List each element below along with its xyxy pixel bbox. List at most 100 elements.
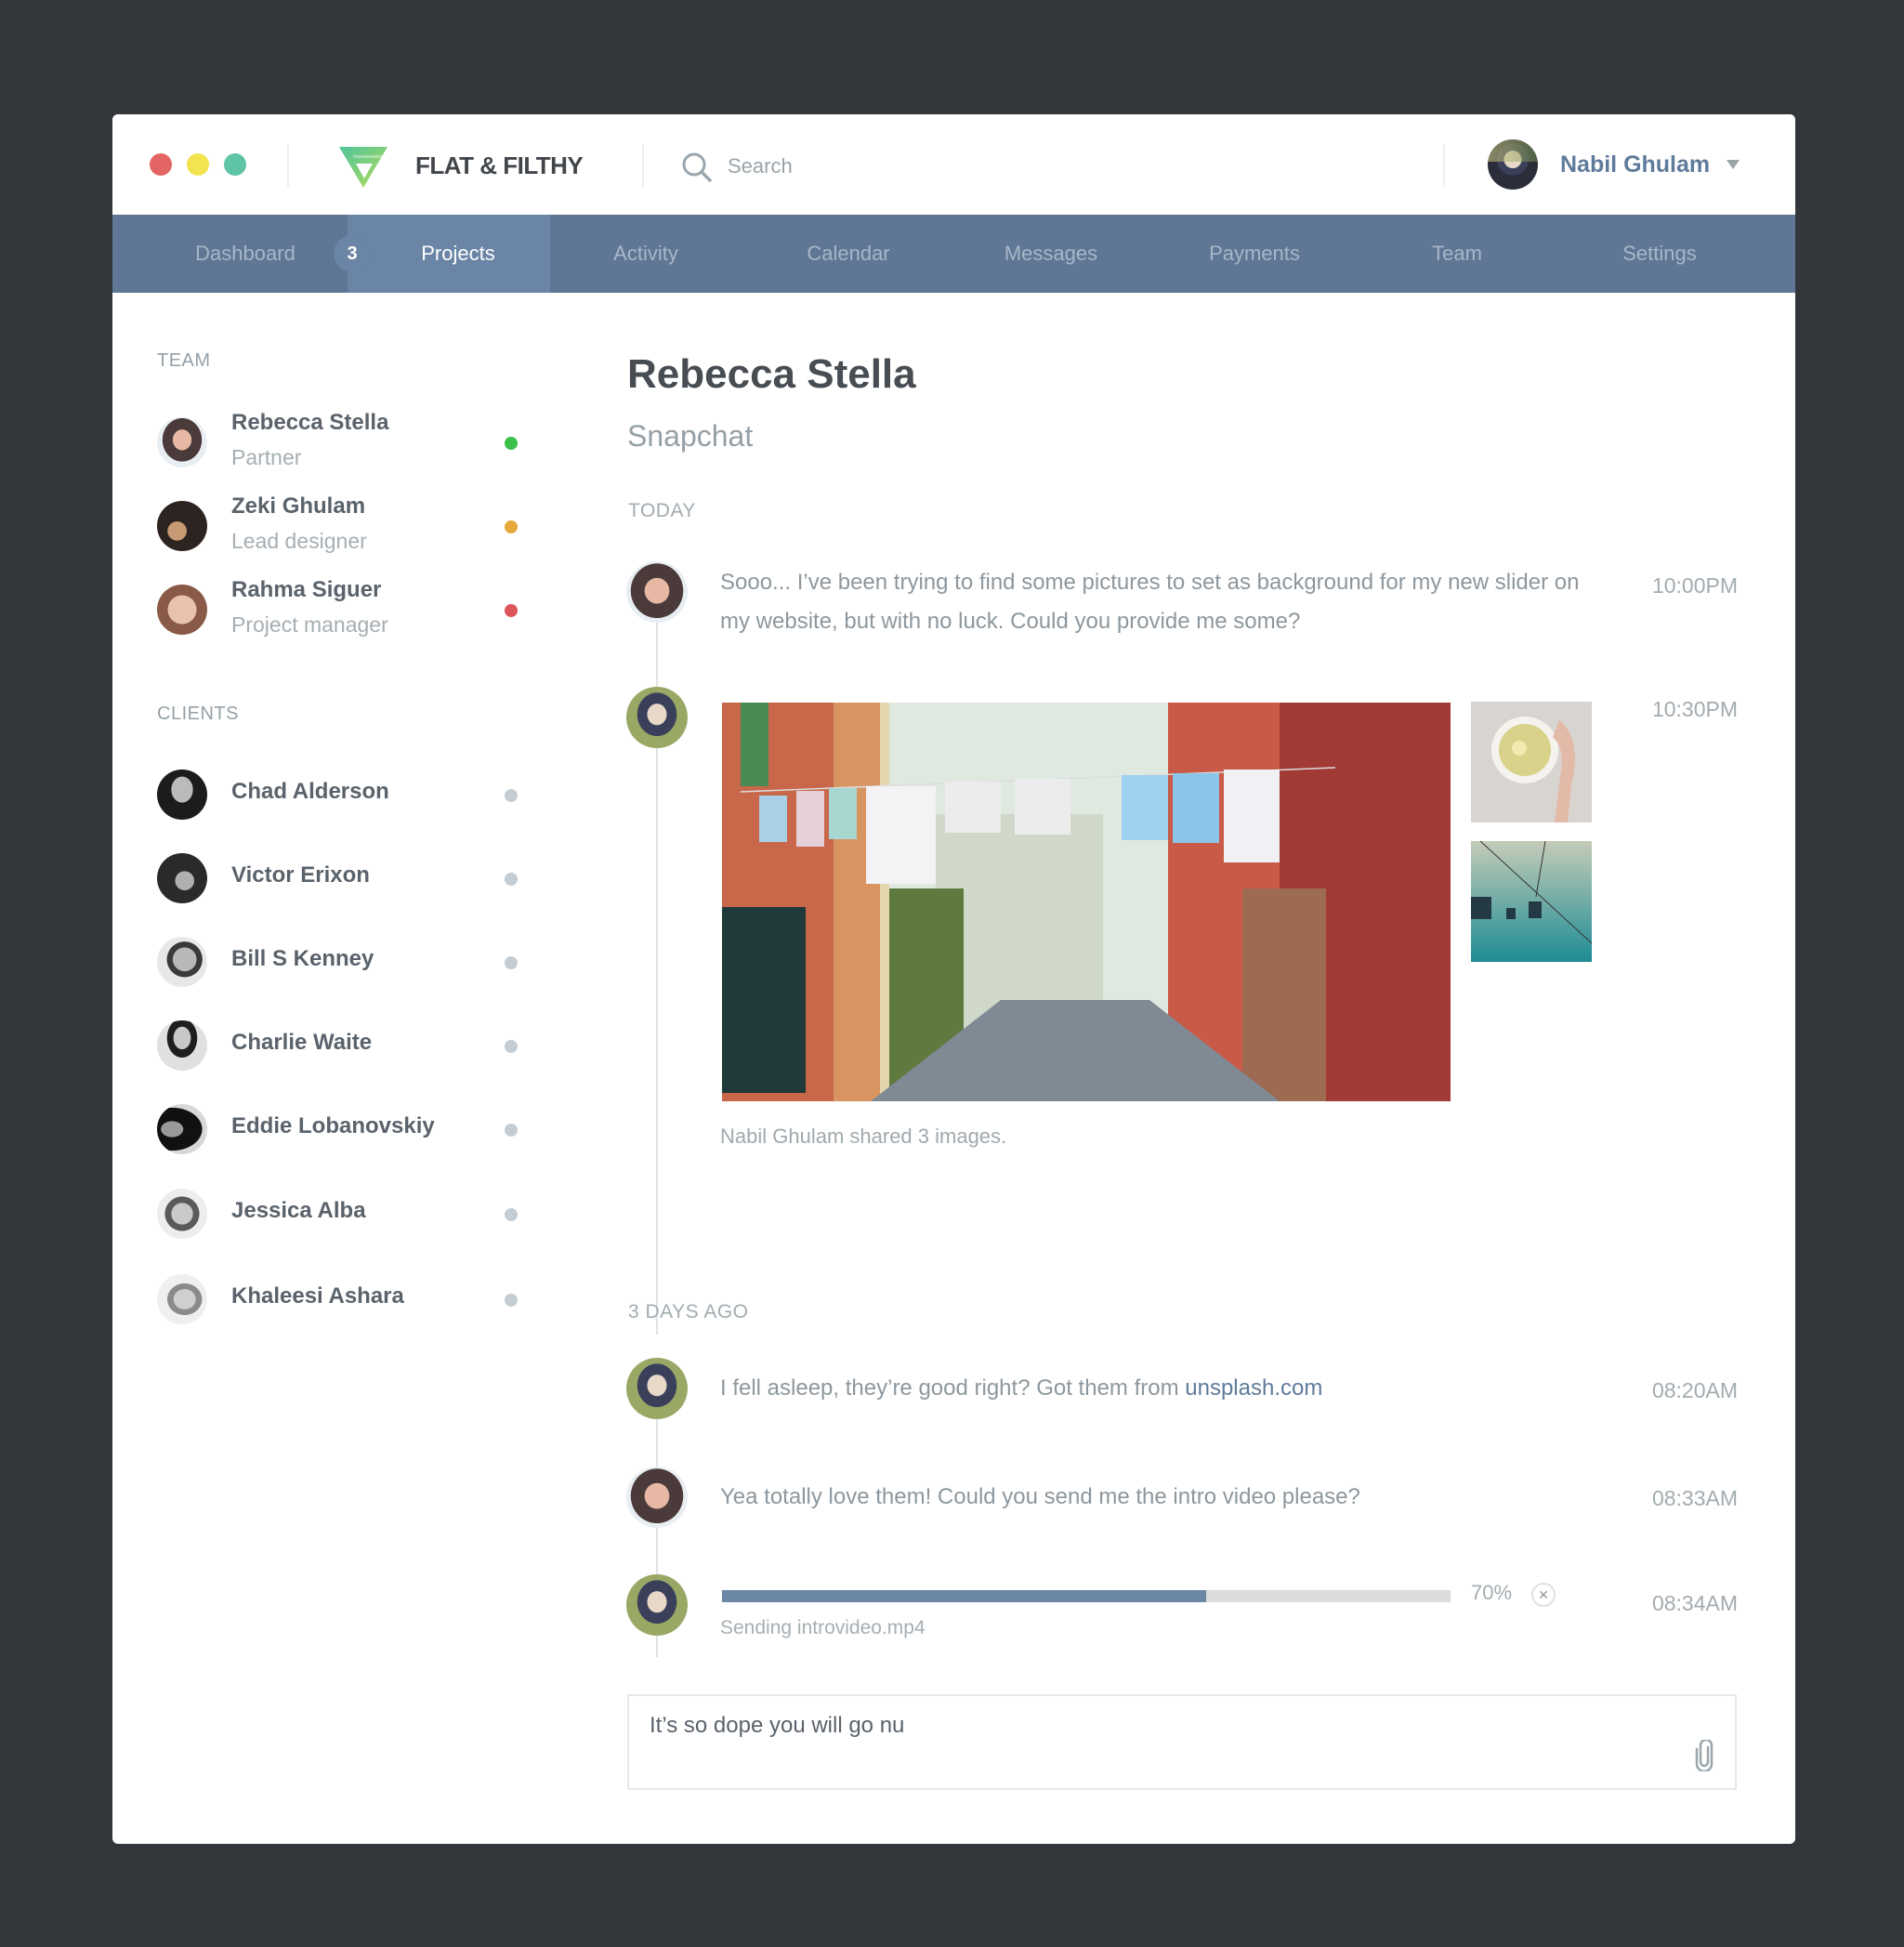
caret-down-icon xyxy=(1727,160,1740,169)
tab-dashboard[interactable]: Dashboard xyxy=(145,215,346,293)
tab-label: Activity xyxy=(613,242,678,265)
tab-label: Settings xyxy=(1622,242,1697,265)
avatar xyxy=(626,561,688,623)
close-icon: ✕ xyxy=(1538,1586,1549,1602)
member-name: Zeki Ghulam xyxy=(231,493,366,519)
avatar xyxy=(157,937,207,987)
message-input[interactable] xyxy=(650,1709,1653,1743)
member-role: Lead designer xyxy=(231,529,367,553)
tab-projects[interactable]: Projects xyxy=(348,215,550,293)
divider xyxy=(1443,144,1445,187)
tab-label: Calendar xyxy=(807,242,890,265)
status-offline-dot xyxy=(505,1040,518,1053)
message-composer xyxy=(627,1694,1737,1790)
tab-team[interactable]: Team xyxy=(1356,215,1558,293)
client-item[interactable]: Victor Erixon xyxy=(157,846,529,911)
upload-progress-fill xyxy=(722,1590,1207,1602)
team-section-label: TEAM xyxy=(157,350,211,371)
divider xyxy=(287,144,289,187)
team-member[interactable]: Rebecca Stella Partner xyxy=(157,410,529,475)
avatar xyxy=(157,1189,207,1239)
client-item[interactable]: Charlie Waite xyxy=(157,1013,529,1078)
message-text: I fell asleep, they’re good right? Got t… xyxy=(720,1369,1584,1408)
day-separator-today: TODAY xyxy=(628,500,696,521)
shared-image-cable-cars[interactable] xyxy=(1471,841,1592,962)
client-name: Eddie Lobanovskiy xyxy=(231,1113,435,1138)
user-menu[interactable]: Nabil Ghulam xyxy=(1488,139,1740,190)
paperclip-icon[interactable] xyxy=(1694,1740,1714,1771)
client-item[interactable]: Eddie Lobanovskiy xyxy=(157,1097,529,1162)
status-busy-dot xyxy=(505,604,518,617)
maximize-window-button[interactable] xyxy=(224,153,246,176)
member-name: Rahma Siguer xyxy=(231,577,382,602)
tab-settings[interactable]: Settings xyxy=(1558,215,1761,293)
avatar xyxy=(626,1358,688,1419)
avatar xyxy=(157,1274,207,1324)
tab-label: Team xyxy=(1432,242,1482,265)
client-name: Jessica Alba xyxy=(231,1198,366,1223)
tab-messages[interactable]: Messages xyxy=(950,215,1152,293)
cable-cars-photo xyxy=(1471,841,1592,962)
member-name: Rebecca Stella xyxy=(231,410,389,435)
shared-image-venice-street[interactable] xyxy=(722,703,1451,1101)
status-offline-dot xyxy=(505,789,518,802)
day-separator-3-days-ago: 3 DAYS AGO xyxy=(628,1301,749,1322)
status-offline-dot xyxy=(505,873,518,886)
cancel-upload-button[interactable]: ✕ xyxy=(1531,1583,1556,1607)
projects-count-badge: 3 xyxy=(334,235,371,272)
user-avatar xyxy=(1488,139,1538,190)
avatar xyxy=(157,853,207,903)
tab-label: Dashboard xyxy=(195,242,295,265)
minimize-window-button[interactable] xyxy=(187,153,209,176)
client-name: Bill S Kenney xyxy=(231,946,374,971)
search-icon[interactable] xyxy=(681,151,713,183)
client-item[interactable]: Khaleesi Ashara xyxy=(157,1267,529,1332)
avatar xyxy=(157,1020,207,1071)
avatar xyxy=(157,501,207,551)
message-time: 10:00PM xyxy=(1651,573,1738,598)
tab-label: Messages xyxy=(1004,242,1098,265)
search-input[interactable] xyxy=(728,148,1378,185)
team-member[interactable]: Rahma Siguer Project manager xyxy=(157,577,529,642)
member-role: Project manager xyxy=(231,612,388,637)
client-name: Charlie Waite xyxy=(231,1030,373,1055)
tab-payments[interactable]: Payments xyxy=(1153,215,1356,293)
message-time: 08:20AM xyxy=(1651,1378,1738,1402)
triangle-f-logo-icon xyxy=(339,147,387,188)
close-window-button[interactable] xyxy=(150,153,172,176)
client-item[interactable]: Chad Alderson xyxy=(157,762,529,827)
avatar xyxy=(626,1574,688,1636)
status-away-dot xyxy=(505,520,518,533)
status-offline-dot xyxy=(505,1208,518,1221)
tab-activity[interactable]: Activity xyxy=(545,215,747,293)
status-offline-dot xyxy=(505,1124,518,1137)
tea-cup-photo xyxy=(1471,702,1592,822)
client-name: Victor Erixon xyxy=(231,862,370,888)
team-member[interactable]: Zeki Ghulam Lead designer xyxy=(157,493,529,559)
unsplash-link[interactable]: unsplash.com xyxy=(1185,1375,1322,1401)
client-item[interactable]: Jessica Alba xyxy=(157,1181,529,1246)
avatar xyxy=(626,1467,688,1528)
venice-street-photo xyxy=(722,703,1451,1101)
avatar xyxy=(626,687,688,748)
message-text: Yea totally love them! Could you send me… xyxy=(720,1484,1360,1509)
tab-calendar[interactable]: Calendar xyxy=(747,215,950,293)
shared-images-caption: Nabil Ghulam shared 3 images. xyxy=(720,1125,1007,1148)
clients-section-label: CLIENTS xyxy=(157,704,239,724)
main-nav: Dashboard Projects 3 Activity Calendar M… xyxy=(112,215,1795,293)
avatar xyxy=(157,585,207,635)
member-role: Partner xyxy=(231,445,302,469)
upload-progress-bar xyxy=(722,1590,1451,1602)
client-item[interactable]: Bill S Kenney xyxy=(157,929,529,994)
shared-image-tea-cup[interactable] xyxy=(1471,702,1592,822)
avatar xyxy=(157,417,207,467)
message-time: 08:34AM xyxy=(1651,1591,1738,1615)
message-body: I fell asleep, they’re good right? Got t… xyxy=(720,1375,1186,1401)
conversation-subtitle: Snapchat xyxy=(627,419,754,453)
status-offline-dot xyxy=(505,956,518,969)
header: FLAT & FILTHY Nabil Ghulam xyxy=(112,114,1795,215)
tab-label: Projects xyxy=(421,242,495,265)
upload-progress-percent: 70% xyxy=(1471,1581,1513,1604)
message-time: 10:30PM xyxy=(1651,697,1738,721)
avatar xyxy=(157,770,207,820)
